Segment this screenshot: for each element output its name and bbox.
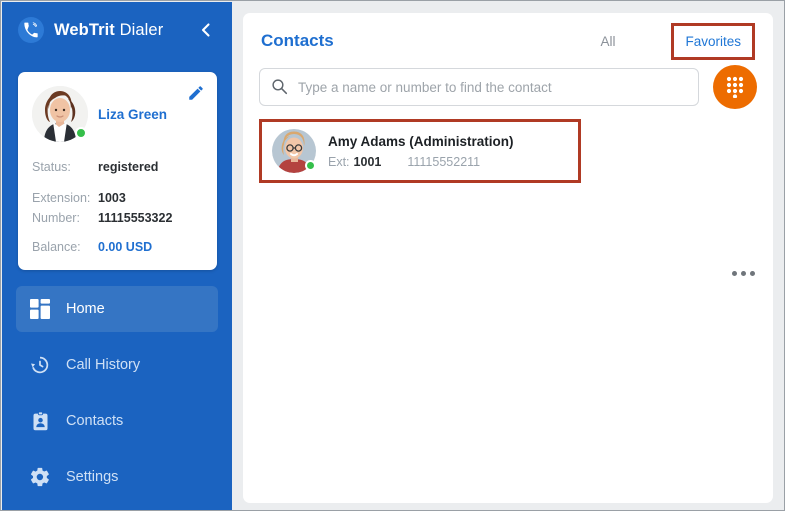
brand-light: Dialer	[114, 20, 164, 39]
webtrit-dialer-window: WebTrit Dialer Liza Green Status: regist…	[0, 0, 785, 511]
more-horizontal-icon[interactable]	[732, 271, 755, 276]
contact-text: Amy Adams (Administration) Ext: 1001 111…	[328, 133, 514, 168]
sidebar-item-settings[interactable]: Settings	[16, 454, 218, 500]
profile-value-number: 11115553322	[98, 211, 173, 225]
sidebar-item-call-history[interactable]: Call History	[16, 342, 218, 388]
avatar	[272, 129, 316, 173]
contact-list-item[interactable]: Amy Adams (Administration) Ext: 1001 111…	[259, 119, 581, 183]
profile-label-balance: Balance:	[32, 240, 81, 254]
contact-name: Amy Adams (Administration)	[328, 134, 514, 150]
brand-bold: WebTrit	[54, 20, 115, 39]
search-icon	[271, 78, 288, 100]
chevron-left-icon[interactable]	[192, 17, 218, 43]
profile-value-balance: 0.00 USD	[98, 240, 153, 254]
profile-header: Liza Green	[18, 72, 217, 142]
sidebar-header: WebTrit Dialer	[2, 2, 232, 58]
profile-row-balance: Balance: 0.00 USD	[32, 240, 205, 254]
profile-name: Liza Green	[98, 106, 168, 122]
sidebar-nav: Home Call History Contacts Settings	[2, 286, 232, 510]
search-box[interactable]	[259, 68, 699, 106]
tab-all[interactable]: All	[598, 31, 617, 52]
brand-title: WebTrit Dialer	[54, 21, 163, 40]
search-row	[243, 65, 773, 109]
contact-number: 11115552211	[407, 154, 481, 169]
pencil-edit-icon[interactable]	[187, 84, 205, 102]
dashboard-icon	[28, 297, 52, 321]
sidebar-item-contacts[interactable]: Contacts	[16, 398, 218, 444]
profile-row-status: Status: registered	[32, 160, 205, 174]
sidebar: WebTrit Dialer Liza Green Status: regist…	[2, 2, 232, 510]
dot	[732, 271, 737, 276]
sidebar-item-label: Contacts	[66, 412, 124, 429]
sidebar-item-label: Call History	[66, 356, 141, 373]
dot	[741, 271, 746, 276]
presence-dot-online	[75, 127, 87, 139]
contacts-tabs: All Favorites	[598, 22, 755, 60]
main-header: Contacts All Favorites	[243, 13, 773, 69]
contacts-list: Amy Adams (Administration) Ext: 1001 111…	[243, 119, 773, 276]
profile-value-status: registered	[98, 160, 159, 174]
profile-label-number: Number:	[32, 211, 80, 225]
dialpad-button[interactable]	[713, 65, 757, 109]
gear-icon	[28, 465, 52, 489]
dot	[750, 271, 755, 276]
profile-row-number: Number: 11115553322	[32, 211, 205, 225]
presence-dot-online	[305, 160, 316, 171]
profile-card: Liza Green Status: registered Extension:…	[18, 72, 217, 270]
sidebar-item-label: Home	[66, 300, 105, 317]
contact-sub: Ext: 1001 11115552211	[328, 155, 514, 169]
sidebar-item-label: Settings	[66, 468, 119, 485]
sidebar-item-home[interactable]: Home	[16, 286, 218, 332]
profile-label-status: Status:	[32, 160, 71, 174]
search-input[interactable]	[296, 68, 698, 106]
profile-value-extension: 1003	[98, 191, 126, 205]
avatar	[32, 86, 88, 142]
profile-label-extension: Extension:	[32, 191, 91, 205]
contact-ext-value: 1001	[353, 154, 382, 169]
favorites-annotation-box: Favorites	[671, 22, 755, 60]
profile-row-extension: Extension: 1003	[32, 191, 205, 205]
contact-card-icon	[28, 409, 52, 433]
main-panel: Contacts All Favorites Type a name or nu…	[243, 13, 773, 503]
tab-favorites[interactable]: Favorites	[683, 31, 743, 52]
phone-call-icon	[18, 17, 44, 43]
dialpad-icon	[726, 76, 744, 98]
contact-ext-label: Ext:	[328, 154, 350, 169]
clock-history-icon	[28, 353, 52, 377]
page-title: Contacts	[261, 31, 334, 50]
